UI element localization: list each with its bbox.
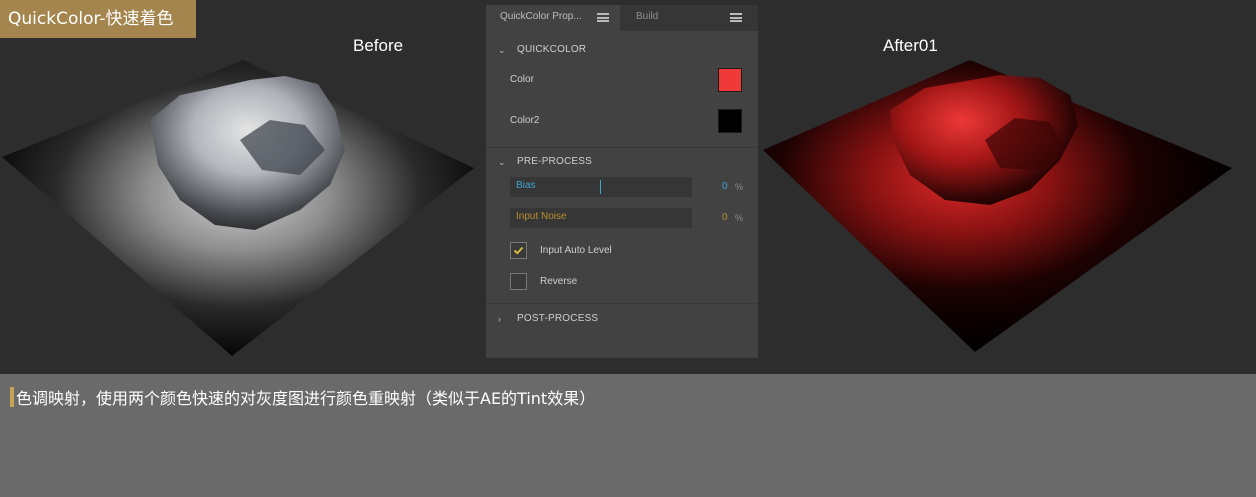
after-label: After01: [883, 36, 938, 55]
section-divider: [486, 147, 758, 148]
section-label: POST-PROCESS: [517, 313, 599, 324]
bias-slider-cursor[interactable]: [600, 180, 601, 194]
caption-text: 色调映射，使用两个颜色快速的对灰度图进行颜色重映射（类似于AE的Tint效果）: [16, 389, 596, 408]
bias-slider[interactable]: Bias: [510, 177, 692, 197]
bias-value[interactable]: 0: [722, 181, 728, 192]
panel-tab-bar: QuickColor Prop... Build: [486, 5, 758, 31]
section-preprocess-header[interactable]: ⌄ PRE-PROCESS: [486, 152, 758, 172]
title-badge: QuickColor-快速着色: [0, 0, 196, 38]
viewport-area: QuickColor-快速着色 Before After01 QuickColo…: [0, 0, 1256, 374]
tab-label: QuickColor Prop...: [500, 11, 582, 22]
reverse-label: Reverse: [540, 276, 578, 287]
input-noise-slider[interactable]: Input Noise: [510, 208, 692, 228]
bias-unit: %: [735, 182, 744, 192]
input-noise-value[interactable]: 0: [722, 212, 728, 223]
panel-menu-icon[interactable]: [730, 13, 742, 22]
input-noise-unit: %: [735, 213, 744, 223]
bias-label: Bias: [516, 180, 536, 191]
chevron-down-icon: ⌄: [498, 157, 506, 167]
panel-menu-icon[interactable]: [597, 13, 609, 22]
caption-area: 色调映射，使用两个颜色快速的对灰度图进行颜色重映射（类似于AE的Tint效果）: [0, 374, 1256, 497]
input-noise-label: Input Noise: [516, 211, 567, 222]
color2-swatch[interactable]: [718, 109, 742, 133]
color2-label: Color2: [510, 115, 540, 126]
input-auto-level-label: Input Auto Level: [540, 245, 612, 256]
section-label: QUICKCOLOR: [517, 44, 587, 55]
tab-label: Build: [636, 11, 659, 22]
input-auto-level-checkbox[interactable]: [510, 242, 527, 259]
tab-build[interactable]: Build: [622, 5, 758, 31]
check-icon: [513, 246, 524, 255]
tab-quickcolor-properties[interactable]: QuickColor Prop...: [486, 5, 620, 31]
caption-marker: [10, 387, 14, 407]
before-label: Before: [353, 36, 404, 55]
color-label: Color: [510, 74, 534, 85]
section-postprocess-header[interactable]: › POST-PROCESS: [486, 309, 758, 329]
chevron-right-icon: ›: [498, 314, 502, 324]
chevron-down-icon: ⌄: [498, 45, 506, 55]
section-label: PRE-PROCESS: [517, 156, 592, 167]
section-divider: [486, 303, 758, 304]
color-swatch[interactable]: [718, 68, 742, 92]
reverse-checkbox[interactable]: [510, 273, 527, 290]
quickcolor-properties-panel: QuickColor Prop... Build ⌄ QUICKCOLOR Co…: [486, 5, 758, 358]
section-quickcolor-header[interactable]: ⌄ QUICKCOLOR: [486, 40, 758, 60]
